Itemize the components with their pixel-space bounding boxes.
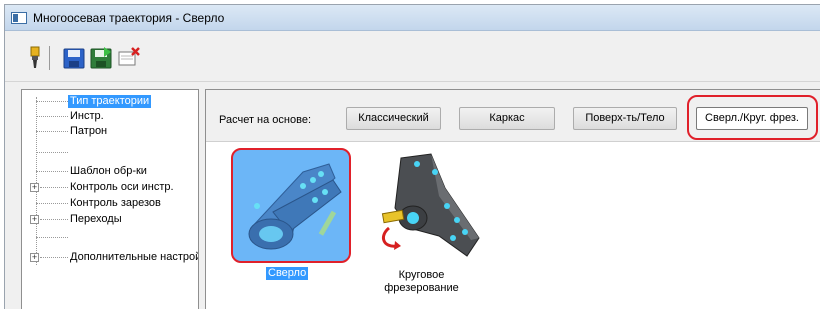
tree-item-holder[interactable]: Патрон <box>22 124 200 139</box>
settings-tree[interactable]: Тип траектории Инстр. Патрон Шаблон обр-… <box>21 89 199 309</box>
tree-item-gouge-check[interactable]: Контроль зарезов <box>22 196 200 211</box>
tree-item-label: Патрон <box>70 125 108 137</box>
window-app-icon <box>11 12 27 24</box>
caption-line: фрезерование <box>384 282 459 294</box>
tree-branch-line <box>36 116 68 117</box>
tree-item-label: Контроль зарезов <box>70 197 161 209</box>
save-and-run-icon[interactable] <box>89 46 113 70</box>
tree-item-tool-axis-control[interactable]: + Контроль оси инстр. <box>22 180 200 195</box>
tree-item-label: Шаблон обр-ки <box>70 165 147 177</box>
tree-item-empty <box>22 145 200 160</box>
expand-plus-icon[interactable]: + <box>30 215 39 224</box>
tree-item-label: Дополнительные настройки <box>70 251 198 263</box>
circular-milling-caption: Круговое фрезерование <box>374 269 469 295</box>
tree-branch-line <box>40 219 68 220</box>
tree-branch-line <box>36 152 68 153</box>
tree-item-tool[interactable]: Инстр. <box>22 109 200 124</box>
expand-plus-icon[interactable]: + <box>30 183 39 192</box>
drill-operation-caption: Сверло <box>266 267 309 280</box>
dialog-window: Многоосевая траектория - Сверло Тип трае… <box>4 4 820 309</box>
tree-branch-line <box>40 257 68 258</box>
drill-operation-tile[interactable] <box>231 148 351 263</box>
save-icon[interactable] <box>62 46 86 70</box>
tree-branch-line <box>36 203 68 204</box>
title-bar[interactable]: Многоосевая траектория - Сверло <box>5 5 820 31</box>
tree-item-label: Контроль оси инстр. <box>70 181 174 193</box>
tree-item-toolpath-type[interactable]: Тип траектории <box>22 94 200 109</box>
tree-item-label: Переходы <box>70 213 122 225</box>
basis-label: Расчет на основе: <box>219 114 311 126</box>
cancel-icon[interactable] <box>117 46 141 70</box>
toolbar <box>5 32 820 82</box>
window-title: Многоосевая траектория - Сверло <box>33 11 225 25</box>
tree-item-label: Инстр. <box>70 110 104 122</box>
surface-solid-button[interactable]: Поверх-ть/Тело <box>573 107 677 130</box>
tree-item-pattern[interactable]: Шаблон обр-ки <box>22 164 200 179</box>
tree-branch-line <box>40 187 68 188</box>
tree-item-label: Тип траектории <box>68 95 152 108</box>
circular-milling-part-icon <box>381 153 480 257</box>
expand-plus-icon[interactable]: + <box>30 253 39 262</box>
basis-bar: Расчет на основе: Классический Каркас По… <box>206 90 820 142</box>
toolpath-type-panel: Расчет на основе: Классический Каркас По… <box>205 89 820 309</box>
caption-line: Круговое <box>398 269 445 281</box>
tree-item-linking[interactable]: + Переходы <box>22 212 200 227</box>
tree-branch-line <box>36 131 68 132</box>
drill-part-icon <box>248 163 342 250</box>
wireframe-button[interactable]: Каркас <box>459 107 555 130</box>
toolbar-separator <box>49 46 50 70</box>
tree-item-empty <box>22 230 200 245</box>
drill-tool-icon[interactable] <box>23 46 47 70</box>
highlight-annotation <box>687 95 818 140</box>
classic-button[interactable]: Классический <box>346 107 441 130</box>
tree-branch-line <box>36 171 68 172</box>
operation-gallery: Сверло Круговое фрезерование <box>206 143 820 309</box>
tree-branch-line <box>36 237 68 238</box>
tree-item-additional-settings[interactable]: + Дополнительные настройки <box>22 250 200 265</box>
circular-milling-tile[interactable] <box>361 148 481 263</box>
tree-branch-line <box>36 101 68 102</box>
